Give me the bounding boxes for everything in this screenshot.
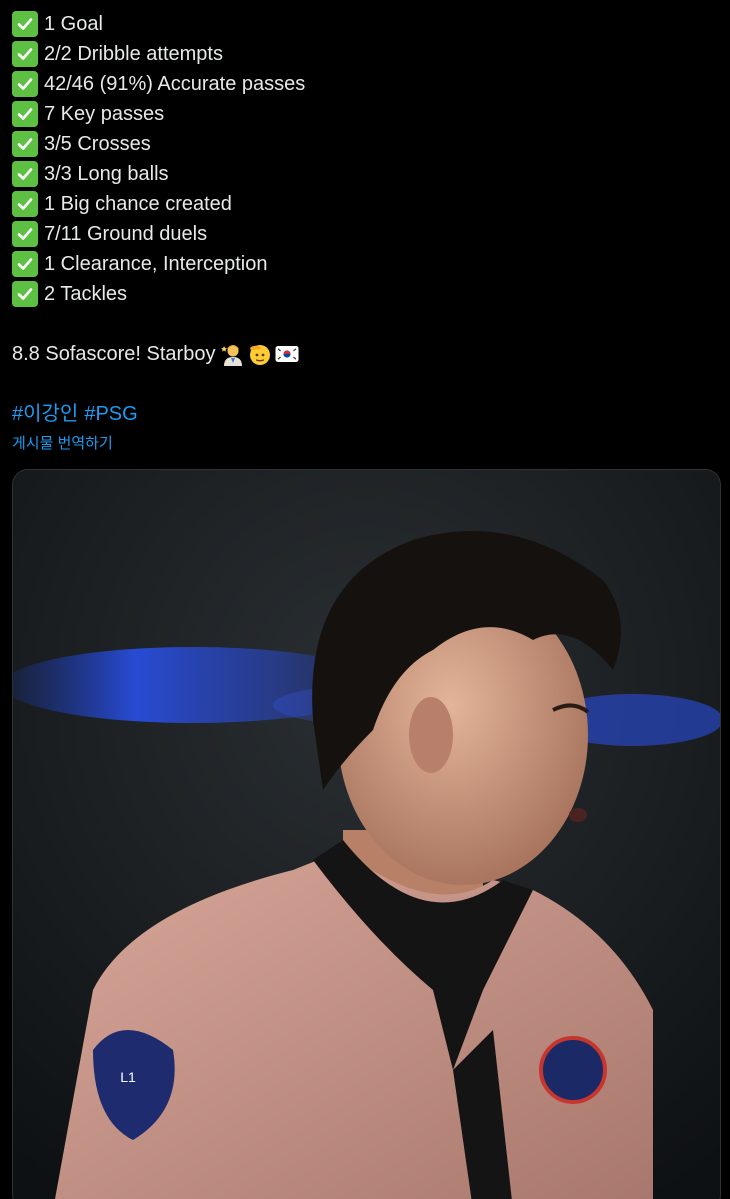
stat-line: 2 Tackles bbox=[12, 279, 712, 309]
stat-text: 7 Key passes bbox=[44, 103, 165, 125]
stat-line: 1 Goal bbox=[12, 9, 712, 39]
translate-post-link[interactable]: 게시물 번역하기 bbox=[12, 432, 113, 453]
hashtag-row: #이강인 #PSG bbox=[12, 399, 712, 429]
check-mark-button-icon bbox=[12, 101, 38, 127]
check-mark-button-icon bbox=[12, 131, 38, 157]
saluting-face-emoji-icon bbox=[248, 342, 272, 366]
stat-text: 1 Clearance, Interception bbox=[44, 253, 268, 275]
stat-line: 3/5 Crosses bbox=[12, 129, 712, 159]
hashtag-link[interactable]: #이강인 bbox=[12, 399, 78, 429]
rating-text: 8.8 Sofascore! Starboy bbox=[12, 343, 216, 365]
rating-line: 8.8 Sofascore! Starboy bbox=[12, 339, 712, 369]
stat-text: 2/2 Dribble attempts bbox=[44, 43, 223, 65]
singer-emoji-icon bbox=[221, 342, 245, 366]
stat-text: 2 Tackles bbox=[44, 283, 128, 305]
player-photo: L1 bbox=[13, 470, 720, 1199]
stat-line: 1 Big chance created bbox=[12, 189, 712, 219]
south-korea-flag-icon bbox=[275, 342, 299, 366]
stat-line: 7/11 Ground duels bbox=[12, 219, 712, 249]
hashtag-link[interactable]: #PSG bbox=[84, 399, 137, 429]
check-mark-button-icon bbox=[12, 281, 38, 307]
stat-text: 1 Big chance created bbox=[44, 193, 232, 215]
stat-line: 1 Clearance, Interception bbox=[12, 249, 712, 279]
check-mark-button-icon bbox=[12, 191, 38, 217]
stat-text: 3/5 Crosses bbox=[44, 133, 151, 155]
stat-line: 2/2 Dribble attempts bbox=[12, 39, 712, 69]
stat-text: 7/11 Ground duels bbox=[44, 223, 208, 245]
stat-text: 1 Goal bbox=[44, 13, 103, 35]
stat-line: 3/3 Long balls bbox=[12, 159, 712, 189]
media-photo[interactable]: L1 bbox=[12, 469, 721, 1199]
stat-line: 7 Key passes bbox=[12, 99, 712, 129]
check-mark-button-icon bbox=[12, 251, 38, 277]
check-mark-button-icon bbox=[12, 221, 38, 247]
check-mark-button-icon bbox=[12, 161, 38, 187]
check-mark-button-icon bbox=[12, 41, 38, 67]
tweet-text: 1 Goal 2/2 Dribble attempts 42/46 (91%) … bbox=[12, 9, 712, 429]
stat-text: 3/3 Long balls bbox=[44, 163, 169, 185]
svg-text:L1: L1 bbox=[120, 1069, 136, 1085]
check-mark-button-icon bbox=[12, 71, 38, 97]
stat-line: 42/46 (91%) Accurate passes bbox=[12, 69, 712, 99]
check-mark-button-icon bbox=[12, 11, 38, 37]
stat-text: 42/46 (91%) Accurate passes bbox=[44, 73, 306, 95]
